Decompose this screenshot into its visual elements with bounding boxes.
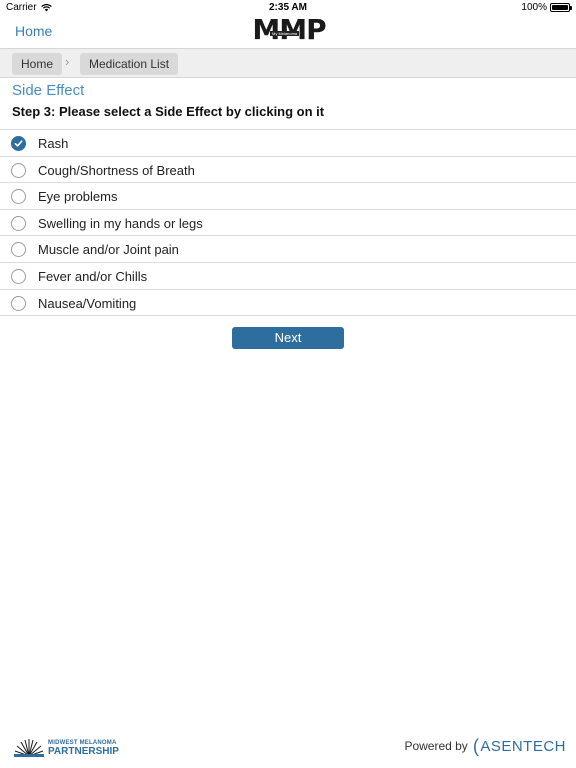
chevron-right-icon: › bbox=[65, 54, 70, 69]
app-logo: MMP My Melanoma bbox=[248, 13, 330, 46]
logo-subtext: My Melanoma bbox=[270, 31, 300, 36]
radio-button[interactable] bbox=[11, 242, 26, 258]
option-label: Rash bbox=[38, 136, 69, 151]
partner-name-bottom: PARTNERSHIP bbox=[48, 746, 119, 757]
option-label: Fever and/or Chills bbox=[38, 268, 148, 284]
company-name: ASENTECH bbox=[480, 737, 566, 755]
option-fever-chills[interactable]: Fever and/or Chills bbox=[0, 263, 576, 290]
check-icon bbox=[14, 140, 23, 147]
option-label: Eye problems bbox=[38, 189, 118, 205]
radio-button[interactable] bbox=[11, 215, 26, 231]
option-eye-problems[interactable]: Eye problems bbox=[0, 183, 576, 210]
option-nausea-vomiting[interactable]: Nausea/Vomiting bbox=[0, 290, 576, 317]
radio-button[interactable] bbox=[11, 268, 26, 284]
step-instruction: Step 3: Please select a Side Effect by c… bbox=[12, 104, 325, 119]
option-swelling[interactable]: Swelling in my hands or legs bbox=[0, 210, 576, 237]
option-label: Nausea/Vomiting bbox=[38, 295, 137, 311]
battery-icon bbox=[550, 3, 572, 12]
powered-by: Powered by ( ASENTECH bbox=[404, 735, 566, 757]
radio-button[interactable] bbox=[11, 189, 26, 205]
option-cough[interactable]: Cough/Shortness of Breath bbox=[0, 157, 576, 184]
partner-logo: MIDWEST MELANOMA PARTNERSHIP bbox=[14, 737, 124, 759]
option-rash[interactable]: Rash bbox=[0, 130, 576, 157]
option-label: Muscle and/or Joint pain bbox=[38, 242, 179, 258]
radio-button-checked[interactable] bbox=[11, 136, 26, 151]
battery-status: 100% bbox=[521, 2, 572, 13]
section-title: Side Effect bbox=[12, 82, 85, 99]
option-label: Cough/Shortness of Breath bbox=[38, 162, 195, 178]
breadcrumb-medication-list[interactable]: Medication List bbox=[80, 53, 179, 75]
radio-button[interactable] bbox=[11, 295, 26, 311]
powered-by-label: Powered by bbox=[404, 739, 468, 753]
sunburst-icon bbox=[14, 739, 44, 757]
logo-text: MMP bbox=[252, 13, 326, 46]
navigation-bar: Home MMP My Melanoma bbox=[0, 13, 576, 48]
company-logo: ( ASENTECH bbox=[473, 736, 566, 757]
option-muscle-joint-pain[interactable]: Muscle and/or Joint pain bbox=[0, 236, 576, 263]
status-time: 2:35 AM bbox=[269, 2, 307, 13]
next-button[interactable]: Next bbox=[232, 327, 344, 349]
radio-button[interactable] bbox=[11, 162, 26, 178]
breadcrumb-home[interactable]: Home bbox=[12, 53, 63, 75]
breadcrumb: Home › Medication List bbox=[0, 48, 576, 78]
battery-percent: 100% bbox=[521, 2, 547, 13]
nav-home-link[interactable]: Home bbox=[15, 23, 52, 39]
option-label: Swelling in my hands or legs bbox=[38, 215, 203, 231]
company-mark-icon: ( bbox=[472, 735, 480, 756]
side-effect-options: Rash Cough/Shortness of Breath Eye probl… bbox=[0, 129, 576, 317]
